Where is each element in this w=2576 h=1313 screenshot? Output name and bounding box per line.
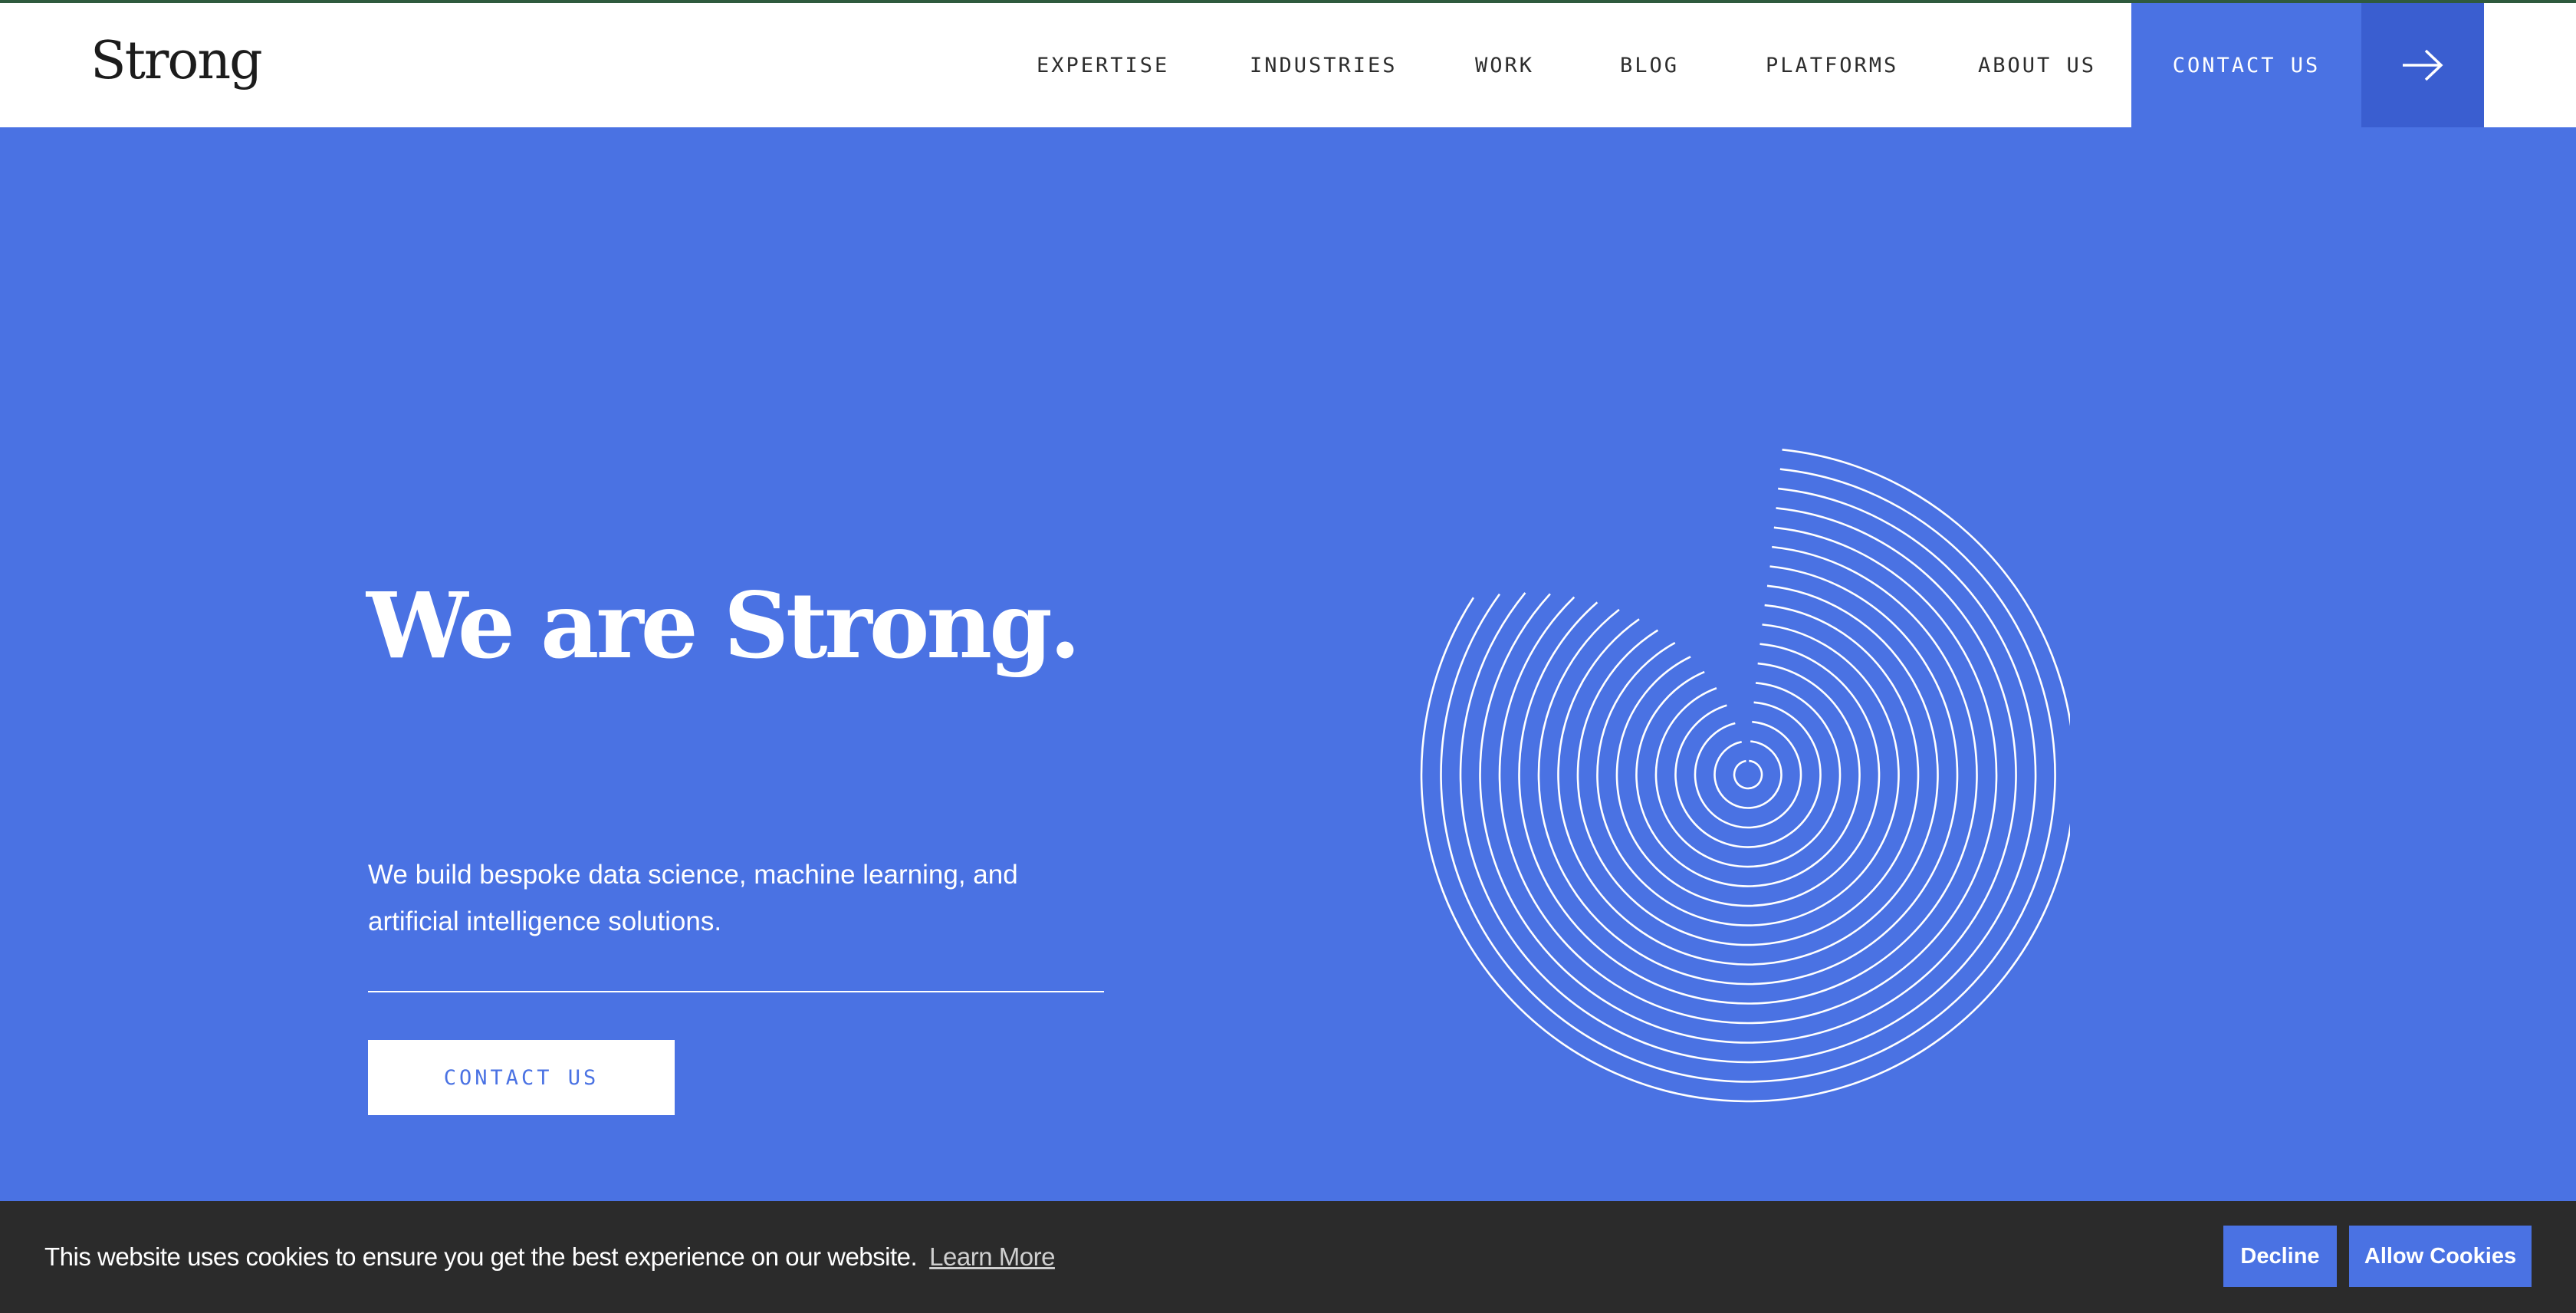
nav-item-expertise[interactable]: EXPERTISE [1037,3,1169,127]
concentric-arc [1694,720,1802,829]
concentric-arc [1674,701,1822,848]
cookie-allow-button[interactable]: Allow Cookies [2349,1226,2532,1287]
nav-item-about-us[interactable]: ABOUT US [1978,3,2096,127]
concentric-arc [1440,468,2056,1083]
hero-title: We are Strong. [366,572,1081,679]
concentric-arc [1576,604,1920,946]
arrow-right-icon [2403,49,2443,81]
concentric-arc [1557,584,1939,966]
concentric-arcs-graphic [1420,449,2070,1103]
concentric-arc [1498,526,1998,1025]
nav-item-industries[interactable]: INDUSTRIES [1250,3,1398,127]
header-contact-arrow-button[interactable] [2361,3,2484,127]
site-header: Strong EXPERTISE INDUSTRIES WORK BLOG PL… [0,3,2576,127]
hero-divider [368,991,1104,992]
header-contact-button[interactable]: CONTACT US [2131,3,2361,127]
cookie-decline-button[interactable]: Decline [2223,1226,2337,1287]
concentric-arc [1479,507,2017,1044]
cookie-banner: This website uses cookies to ensure you … [0,1201,2576,1313]
concentric-arc [1654,682,1842,868]
nav-item-work[interactable]: WORK [1475,3,1534,127]
concentric-arc [1635,662,1861,887]
cookie-message-row: This website uses cookies to ensure you … [44,1201,1055,1313]
concentric-arc [1518,545,1978,1005]
concentric-arc [1596,624,1900,926]
cookie-learn-more-link[interactable]: Learn More [929,1242,1055,1272]
hero-subtitle: We build bespoke data science, machine l… [368,860,1018,936]
cookie-message: This website uses cookies to ensure you … [44,1242,918,1271]
hero-contact-button[interactable]: CONTACT US [368,1040,675,1115]
main-nav: EXPERTISE INDUSTRIES WORK BLOG PLATFORMS… [0,3,2131,127]
concentric-arc [1714,740,1783,809]
nav-item-platforms[interactable]: PLATFORMS [1766,3,1898,127]
concentric-arc [1733,759,1763,790]
concentric-arc [1537,565,1959,986]
hero-section: We are Strong. We build bespoke data sci… [0,127,2576,1201]
concentric-arc [1459,487,2037,1064]
nav-item-blog[interactable]: BLOG [1620,3,1679,127]
